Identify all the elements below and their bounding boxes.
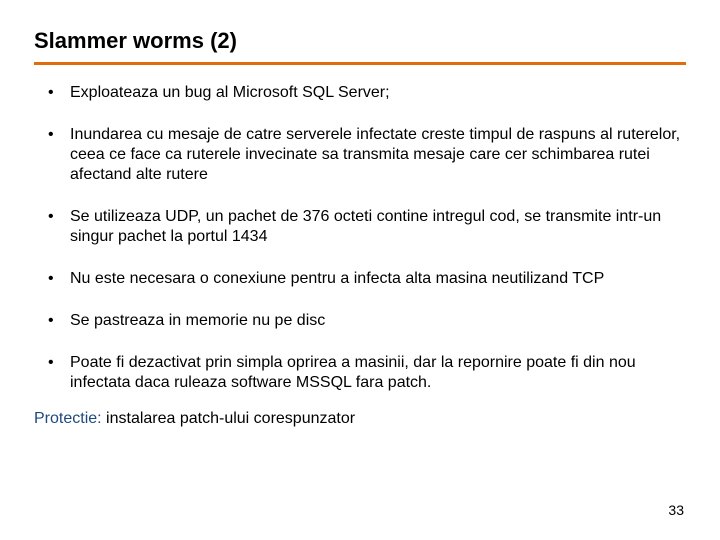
page-title: Slammer worms (2) [34,28,686,54]
title-divider [34,62,686,65]
protection-label: Protectie: [34,410,102,427]
list-item: Se pastreaza in memorie nu pe disc [34,311,686,331]
protection-text: instalarea patch-ului corespunzator [102,410,355,427]
bullet-list: Exploateaza un bug al Microsoft SQL Serv… [34,83,686,393]
page-number: 33 [668,502,684,518]
protection-line: Protectie: instalarea patch-ului corespu… [34,409,686,429]
list-item: Nu este necesara o conexiune pentru a in… [34,269,686,289]
list-item: Inundarea cu mesaje de catre serverele i… [34,125,686,185]
list-item: Se utilizeaza UDP, un pachet de 376 octe… [34,207,686,247]
list-item: Poate fi dezactivat prin simpla oprirea … [34,353,686,393]
slide: Slammer worms (2) Exploateaza un bug al … [0,0,720,540]
list-item: Exploateaza un bug al Microsoft SQL Serv… [34,83,686,103]
